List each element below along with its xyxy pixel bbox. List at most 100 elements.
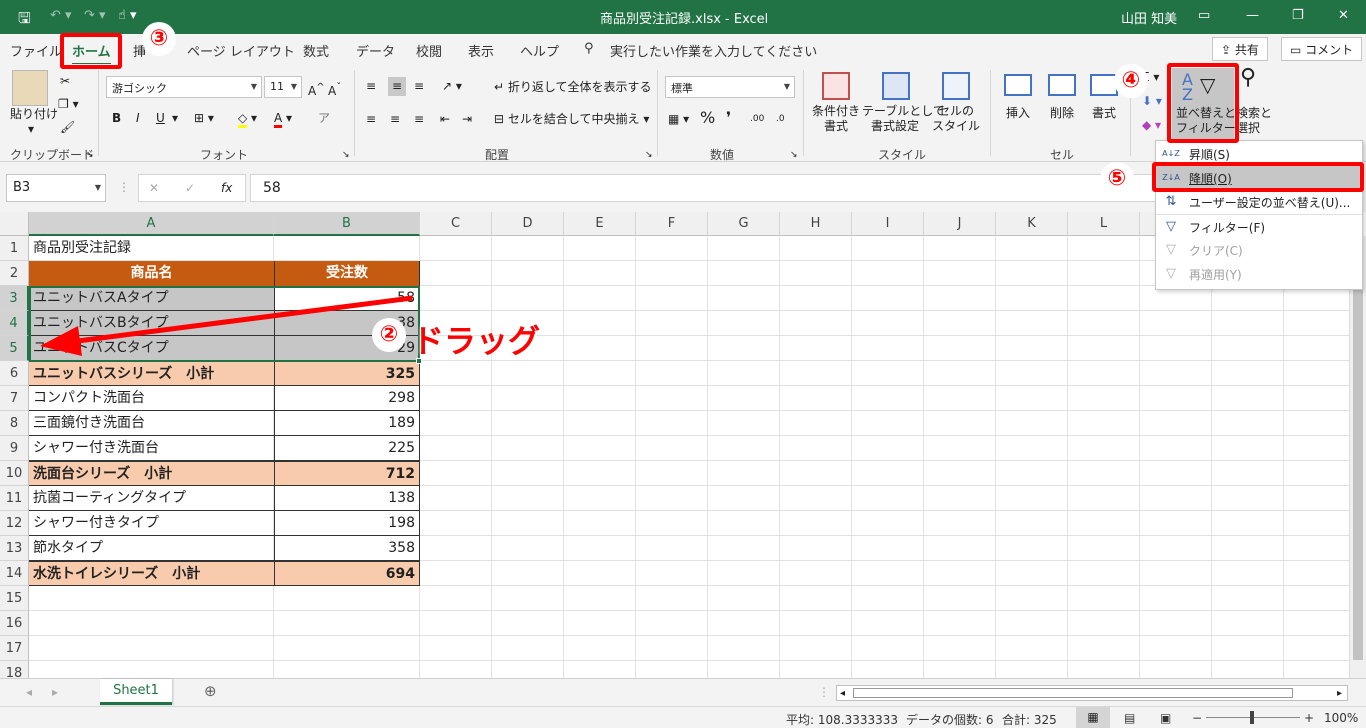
column-header-b[interactable]: B xyxy=(274,212,420,236)
cell-b13[interactable]: 358 xyxy=(274,536,420,561)
prev-sheet-icon[interactable]: ◂ xyxy=(26,685,32,700)
comma-icon[interactable]: ❜ xyxy=(726,110,731,126)
cell-a9[interactable]: シャワー付き洗面台 xyxy=(29,436,274,461)
cell-a6[interactable]: ユニットバスシリーズ 小計 xyxy=(29,361,274,386)
scroll-left-icon[interactable]: ◂ xyxy=(840,686,845,701)
restore-icon[interactable]: ❐ xyxy=(1292,8,1304,23)
row-header[interactable]: 12 xyxy=(0,511,29,536)
tab-formulas[interactable]: 数式 xyxy=(303,41,329,60)
format-cells-button[interactable]: 書式 xyxy=(1092,106,1116,121)
cell-a18[interactable] xyxy=(29,661,274,678)
cell-a5[interactable]: ユニットバスCタイプ xyxy=(29,336,274,361)
h-scroll-thumb[interactable] xyxy=(853,688,1293,698)
paste-button[interactable]: 貼り付け xyxy=(10,107,58,122)
cell-b6[interactable]: 325 xyxy=(274,361,420,386)
cell-a4[interactable]: ユニットバスBタイプ xyxy=(29,311,274,336)
row-header[interactable]: 3 xyxy=(0,286,29,311)
insert-cells-button[interactable]: 挿入 xyxy=(1006,106,1030,121)
select-all-corner[interactable] xyxy=(0,212,29,236)
cell-b7[interactable]: 298 xyxy=(274,386,420,411)
conditional-format-button[interactable]: 条件付き 書式 xyxy=(812,104,860,134)
close-icon[interactable]: ✕ xyxy=(1338,8,1349,23)
column-header-e[interactable]: E xyxy=(564,212,636,236)
increase-font-icon[interactable]: A^ xyxy=(308,80,325,99)
delete-cells-icon[interactable] xyxy=(1048,74,1076,96)
tell-me-input[interactable]: 実行したい作業を入力してください xyxy=(610,41,817,60)
redo-icon[interactable]: ↷ ▾ xyxy=(84,8,106,23)
row-header[interactable]: 7 xyxy=(0,386,29,411)
cell-b17[interactable] xyxy=(274,636,420,661)
scroll-thumb[interactable] xyxy=(1353,240,1363,660)
orientation-icon[interactable]: ↗ ▾ xyxy=(442,79,462,94)
cell-a17[interactable] xyxy=(29,636,274,661)
format-as-table-button[interactable]: テーブルとして 書式設定 xyxy=(862,104,945,134)
tab-review[interactable]: 校閲 xyxy=(416,41,442,60)
save-icon[interactable]: 🖫 xyxy=(18,8,31,33)
paste-dropdown-icon[interactable]: ▾ xyxy=(28,122,34,137)
row-header[interactable]: 5 xyxy=(0,336,29,361)
enter-icon[interactable]: ✓ xyxy=(185,181,195,196)
cell-a16[interactable] xyxy=(29,611,274,636)
cell-styles-button[interactable]: セルの スタイル xyxy=(930,104,982,134)
insert-cells-icon[interactable] xyxy=(1004,74,1032,96)
cell-a2[interactable]: 商品名 xyxy=(29,261,274,286)
tab-help[interactable]: ヘルプ xyxy=(520,41,559,60)
row-header[interactable]: 2 xyxy=(0,261,29,286)
zoom-in-icon[interactable]: + xyxy=(1304,711,1314,725)
cell-a10[interactable]: 洗面台シリーズ 小計 xyxy=(29,461,274,486)
cell-b10[interactable]: 712 xyxy=(274,461,420,486)
font-size-combo[interactable]: 11 ▼ xyxy=(264,76,302,98)
zoom-out-icon[interactable]: − xyxy=(1192,711,1202,725)
user-name[interactable]: 山田 知美 xyxy=(1121,8,1177,27)
insert-function-icon[interactable]: fx xyxy=(221,181,232,196)
page-break-view-icon[interactable]: ▣ xyxy=(1160,711,1171,725)
cell-a11[interactable]: 抗菌コーティングタイプ xyxy=(29,486,274,511)
tab-view[interactable]: 表示 xyxy=(468,41,494,60)
sheet-tab-sheet1[interactable]: Sheet1 xyxy=(100,679,172,705)
cell-a13[interactable]: 節水タイプ xyxy=(29,536,274,561)
zoom-slider-thumb[interactable] xyxy=(1250,711,1254,724)
font-color-icon[interactable]: A ▾ xyxy=(274,111,292,128)
touch-mode-icon[interactable]: ☝ ▾ xyxy=(118,8,137,23)
percent-icon[interactable]: % xyxy=(700,110,715,126)
fill-icon[interactable]: ⬇ ▾ xyxy=(1142,94,1162,109)
borders-icon[interactable]: ⊞ ▾ xyxy=(194,111,214,126)
bold-button[interactable]: B xyxy=(112,111,121,126)
row-header[interactable]: 6 xyxy=(0,361,29,386)
decrease-decimal-icon[interactable]: .0 xyxy=(776,112,785,127)
column-header-f[interactable]: F xyxy=(636,212,708,236)
tab-data[interactable]: データ xyxy=(356,41,395,60)
page-layout-view-icon[interactable]: ▤ xyxy=(1124,711,1135,725)
row-header[interactable]: 10 xyxy=(0,461,29,486)
clear-icon[interactable]: ◆ ▾ xyxy=(1142,118,1161,133)
decrease-indent-icon[interactable]: ⇤ xyxy=(440,112,450,127)
cell-b11[interactable]: 138 xyxy=(274,486,420,511)
tab-file[interactable]: ファイル xyxy=(10,41,62,60)
align-right-icon[interactable]: ≡ xyxy=(414,112,424,127)
align-left-icon[interactable]: ≡ xyxy=(366,112,376,127)
menu-item-reapply-filter[interactable]: ▽ 再適用(Y) xyxy=(1156,262,1362,286)
merge-center-button[interactable]: ⊟ セルを結合して中央揃え ▾ xyxy=(494,112,649,127)
underline-button[interactable]: U xyxy=(156,111,165,126)
row-header[interactable]: 11 xyxy=(0,486,29,511)
align-top-icon[interactable]: ≡ xyxy=(366,79,376,94)
comment-button[interactable]: ▭ コメント xyxy=(1281,37,1363,61)
undo-icon[interactable]: ↶ ▾ xyxy=(50,8,72,23)
column-header-j[interactable]: J xyxy=(924,212,996,236)
column-header-g[interactable]: G xyxy=(708,212,780,236)
cell-a7[interactable]: コンパクト洗面台 xyxy=(29,386,274,411)
cell-b1[interactable] xyxy=(274,236,420,261)
row-header[interactable]: 4 xyxy=(0,311,29,336)
cell-b15[interactable] xyxy=(274,586,420,611)
align-center-icon[interactable]: ≡ xyxy=(390,112,400,127)
minimize-icon[interactable]: — xyxy=(1246,8,1259,23)
cell-b9[interactable]: 225 xyxy=(274,436,420,461)
alignment-launcher-icon[interactable]: ↘ xyxy=(645,148,653,163)
phonetic-icon[interactable]: ア xyxy=(318,111,330,126)
find-select-button[interactable]: 検索と 選択 xyxy=(1236,106,1272,136)
row-header[interactable]: 15 xyxy=(0,586,29,611)
italic-button[interactable]: I xyxy=(136,111,140,126)
column-header-k[interactable]: K xyxy=(996,212,1068,236)
row-header[interactable]: 17 xyxy=(0,636,29,661)
format-as-table-icon[interactable] xyxy=(882,72,910,100)
